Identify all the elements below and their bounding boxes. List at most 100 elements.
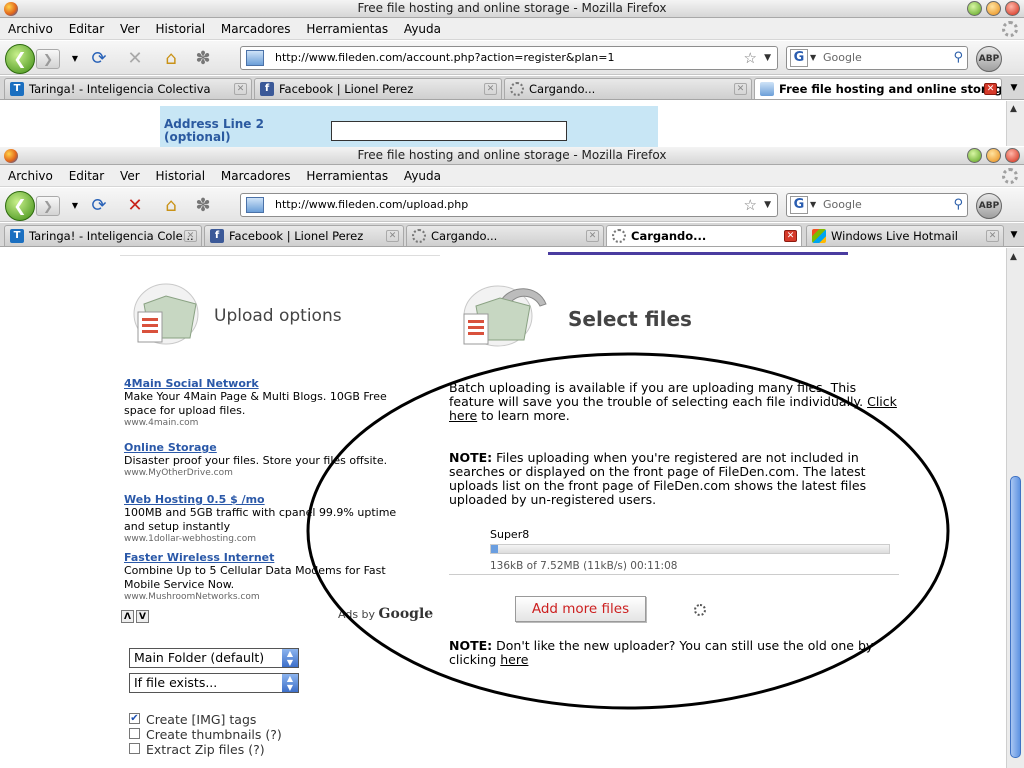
reload-icon[interactable]: ⟳: [88, 195, 110, 217]
bookmark-star-icon[interactable]: ☆: [744, 47, 757, 69]
ad-next-button[interactable]: V: [136, 610, 149, 623]
menu-archivo[interactable]: Archivo: [8, 165, 53, 187]
tab-taringa[interactable]: T Taringa! - Inteligencia Cole... ✕: [4, 225, 202, 246]
tab-close-icon[interactable]: ✕: [986, 230, 999, 242]
tab-facebook[interactable]: f Facebook | Lionel Perez ✕: [204, 225, 404, 246]
tab-label: Cargando...: [431, 229, 498, 243]
ad-url[interactable]: www.1dollar-webhosting.com: [124, 534, 416, 544]
tab-loading[interactable]: Cargando... ✕: [406, 225, 604, 246]
tab-loading[interactable]: Cargando... ✕: [504, 78, 752, 99]
back-button[interactable]: ❮: [5, 44, 35, 74]
site-identity-icon[interactable]: [246, 50, 264, 66]
menu-ayuda[interactable]: Ayuda: [404, 165, 441, 187]
search-icon[interactable]: ⚲: [953, 194, 963, 216]
adblock-button[interactable]: ABP: [976, 193, 1002, 219]
scroll-up-icon[interactable]: ▲: [1010, 252, 1017, 262]
menu-marcadores[interactable]: Marcadores: [221, 165, 291, 187]
forward-button[interactable]: ❯: [36, 49, 60, 69]
add-more-files-button[interactable]: Add more files: [515, 596, 646, 622]
menu-ver[interactable]: Ver: [120, 18, 140, 40]
old-uploader-link[interactable]: here: [500, 652, 528, 667]
scroll-thumb[interactable]: [1010, 476, 1021, 758]
close-button[interactable]: [1005, 148, 1020, 163]
tab-close-icon[interactable]: ✕: [586, 230, 599, 242]
url-dropdown-icon[interactable]: ▼: [764, 194, 771, 216]
maximize-button[interactable]: [986, 148, 1001, 163]
stop-icon[interactable]: ✕: [124, 48, 146, 70]
forward-button[interactable]: ❯: [36, 196, 60, 216]
ad-prev-button[interactable]: Λ: [121, 610, 134, 623]
home-icon[interactable]: ⌂: [160, 48, 182, 70]
ads-by-google[interactable]: Ads by Google: [338, 606, 433, 622]
ad-title-link[interactable]: Faster Wireless Internet: [124, 551, 416, 564]
ad-url[interactable]: www.4main.com: [124, 418, 416, 428]
tab-loading-active[interactable]: Cargando... ✕: [606, 225, 802, 246]
ad-title-link[interactable]: Web Hosting 0.5 $ /mo: [124, 493, 416, 506]
menu-ver[interactable]: Ver: [120, 165, 140, 187]
ad-title-link[interactable]: 4Main Social Network: [124, 377, 416, 390]
tab-close-icon[interactable]: ✕: [984, 83, 997, 95]
maximize-button[interactable]: [986, 1, 1001, 16]
top-divider: [120, 248, 440, 256]
search-box[interactable]: G ▼ Google ⚲: [786, 193, 968, 217]
scroll-up-icon[interactable]: ▲: [1010, 104, 1017, 114]
home-icon[interactable]: ⌂: [160, 195, 182, 217]
thumbnails-checkbox[interactable]: [129, 728, 140, 739]
extract-zip-checkbox[interactable]: [129, 743, 140, 754]
menu-editar[interactable]: Editar: [69, 18, 105, 40]
tab-close-icon[interactable]: ✕: [784, 230, 797, 242]
stop-icon[interactable]: ✕: [124, 195, 146, 217]
minimize-button[interactable]: [967, 148, 982, 163]
url-bar[interactable]: http://www.fileden.com/account.php?actio…: [240, 46, 778, 70]
tab-close-icon[interactable]: ✕: [386, 230, 399, 242]
ad-url[interactable]: www.MyOtherDrive.com: [124, 468, 416, 478]
menu-marcadores[interactable]: Marcadores: [221, 18, 291, 40]
back-button[interactable]: ❮: [5, 191, 35, 221]
file-exists-select[interactable]: If file exists... ▲ ▼: [129, 673, 299, 693]
menu-historial[interactable]: Historial: [155, 18, 205, 40]
search-box[interactable]: G ▼ Google ⚲: [786, 46, 968, 70]
ad-url[interactable]: www.MushroomNetworks.com: [124, 592, 416, 602]
close-button[interactable]: [1005, 1, 1020, 16]
menu-historial[interactable]: Historial: [155, 165, 205, 187]
extension-icon[interactable]: ✽: [192, 195, 214, 217]
tab-close-icon[interactable]: ✕: [184, 230, 197, 242]
tab-facebook[interactable]: f Facebook | Lionel Perez ✕: [254, 78, 502, 99]
img-tags-checkbox[interactable]: ✔: [129, 713, 140, 724]
history-dropdown-icon[interactable]: ▼: [64, 195, 86, 217]
menu-herramientas[interactable]: Herramientas: [306, 165, 388, 187]
tab-hotmail[interactable]: Windows Live Hotmail ✕: [806, 225, 1004, 246]
ad-item: Online Storage Disaster proof your files…: [124, 441, 416, 493]
bookmark-star-icon[interactable]: ☆: [744, 194, 757, 216]
window2-scrollbar[interactable]: ▲: [1006, 248, 1024, 768]
tab-taringa[interactable]: T Taringa! - Inteligencia Colectiva ✕: [4, 78, 252, 99]
menu-archivo[interactable]: Archivo: [8, 18, 53, 40]
adblock-button[interactable]: ABP: [976, 46, 1002, 72]
reload-icon[interactable]: ⟳: [88, 48, 110, 70]
search-icon[interactable]: ⚲: [953, 47, 963, 69]
minimize-button[interactable]: [967, 1, 982, 16]
history-dropdown-icon[interactable]: ▼: [64, 48, 86, 70]
tab-list-icon[interactable]: ▼: [1006, 80, 1022, 96]
tab-close-icon[interactable]: ✕: [234, 83, 247, 95]
url-bar[interactable]: http://www.fileden.com/upload.php ☆ ▼: [240, 193, 778, 217]
engine-dropdown-icon[interactable]: ▼: [810, 194, 816, 216]
menu-ayuda[interactable]: Ayuda: [404, 18, 441, 40]
tab-fileden[interactable]: Free file hosting and online storage ✕: [754, 78, 1002, 99]
address-line2-input[interactable]: [331, 121, 567, 141]
google-engine-icon[interactable]: G: [790, 196, 808, 214]
engine-dropdown-icon[interactable]: ▼: [810, 47, 816, 69]
loading-icon: [612, 229, 626, 243]
tab-close-icon[interactable]: ✕: [734, 83, 747, 95]
url-dropdown-icon[interactable]: ▼: [764, 47, 771, 69]
folder-select[interactable]: Main Folder (default) ▲ ▼: [129, 648, 299, 668]
window1-scrollbar[interactable]: ▲: [1006, 101, 1024, 146]
extension-icon[interactable]: ✽: [192, 48, 214, 70]
ad-title-link[interactable]: Online Storage: [124, 441, 416, 454]
menu-herramientas[interactable]: Herramientas: [306, 18, 388, 40]
menu-editar[interactable]: Editar: [69, 165, 105, 187]
tab-close-icon[interactable]: ✕: [484, 83, 497, 95]
tab-list-icon[interactable]: ▼: [1006, 227, 1022, 243]
site-identity-icon[interactable]: [246, 197, 264, 213]
google-engine-icon[interactable]: G: [790, 49, 808, 67]
